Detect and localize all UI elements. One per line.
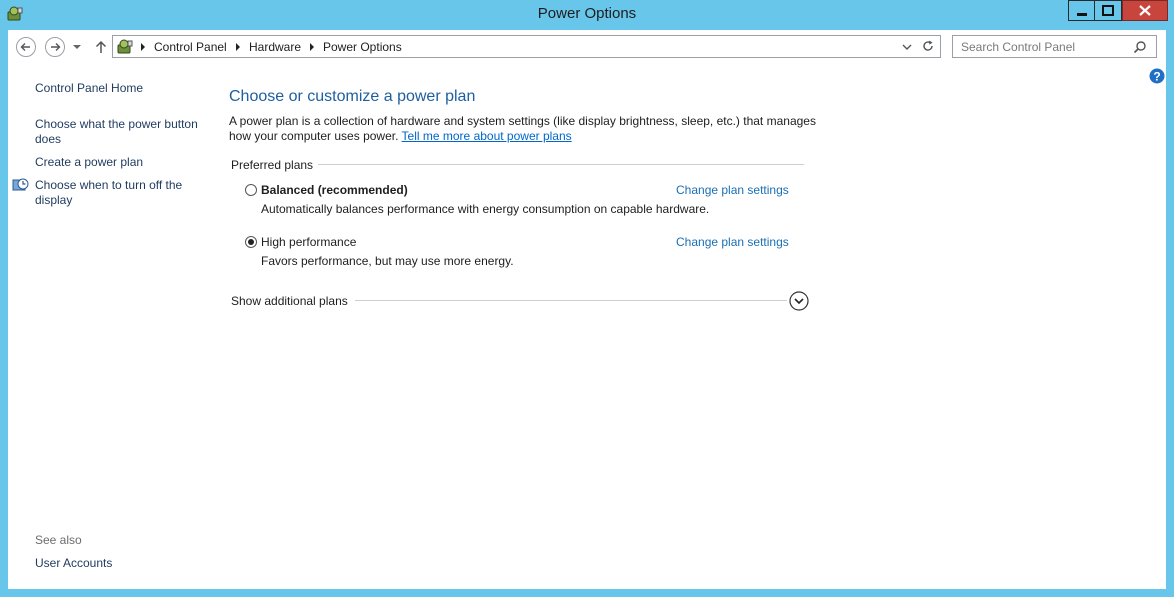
page-title: Choose or customize a power plan xyxy=(229,88,476,105)
up-arrow-icon[interactable] xyxy=(94,40,108,54)
sidebar-power-button-link[interactable]: Choose what the power button does xyxy=(35,117,210,147)
breadcrumb-separator-icon[interactable] xyxy=(235,43,241,51)
search-icon[interactable] xyxy=(1133,40,1147,54)
breadcrumb-control-panel[interactable]: Control Panel xyxy=(154,40,227,54)
balanced-plan-name[interactable]: Balanced (recommended) xyxy=(261,183,408,197)
address-dropdown-chevron-icon[interactable] xyxy=(902,43,912,51)
radio-selected-dot xyxy=(248,239,254,245)
control-panel-icon xyxy=(117,39,133,54)
forward-arrow-icon xyxy=(51,43,61,51)
svg-text:?: ? xyxy=(1153,70,1160,84)
see-also-label: See also xyxy=(35,533,82,547)
forward-button[interactable] xyxy=(45,37,65,57)
help-icon[interactable]: ? xyxy=(1149,68,1165,84)
balanced-plan-radio[interactable] xyxy=(245,184,257,196)
close-button[interactable] xyxy=(1122,0,1168,21)
search-placeholder: Search Control Panel xyxy=(961,40,1076,54)
show-additional-plans-label[interactable]: Show additional plans xyxy=(231,294,348,308)
high-performance-plan-name[interactable]: High performance xyxy=(261,235,356,249)
breadcrumb-power-options[interactable]: Power Options xyxy=(323,40,402,54)
preferred-plans-divider xyxy=(318,164,804,165)
tell-me-more-link[interactable]: Tell me more about power plans xyxy=(402,129,572,143)
additional-plans-divider xyxy=(355,300,787,301)
display-timer-icon xyxy=(12,178,29,191)
close-icon xyxy=(1139,5,1151,16)
expand-chevron-icon[interactable] xyxy=(789,291,809,311)
minimize-button[interactable] xyxy=(1068,0,1095,21)
refresh-icon[interactable] xyxy=(921,39,935,53)
window-title: Power Options xyxy=(537,5,637,22)
high-performance-plan-radio[interactable] xyxy=(245,236,257,248)
high-performance-plan-description: Favors performance, but may use more ene… xyxy=(261,254,514,268)
balanced-change-settings-link[interactable]: Change plan settings xyxy=(676,183,789,197)
back-arrow-icon xyxy=(20,43,30,51)
breadcrumb-hardware[interactable]: Hardware xyxy=(249,40,301,54)
page-description: A power plan is a collection of hardware… xyxy=(229,114,819,144)
recent-locations-chevron-icon[interactable] xyxy=(72,43,82,51)
maximize-icon xyxy=(1102,5,1114,16)
sidebar-control-panel-home[interactable]: Control Panel Home xyxy=(35,81,143,96)
high-performance-change-settings-link[interactable]: Change plan settings xyxy=(676,235,789,249)
sidebar-create-power-plan-link[interactable]: Create a power plan xyxy=(35,155,143,170)
minimize-icon xyxy=(1077,13,1087,16)
sidebar-turn-off-display-link[interactable]: Choose when to turn off the display xyxy=(35,178,205,208)
balanced-plan-description: Automatically balances performance with … xyxy=(261,202,710,216)
breadcrumb-separator-icon[interactable] xyxy=(140,43,146,51)
back-button[interactable] xyxy=(16,37,36,57)
maximize-button[interactable] xyxy=(1095,0,1122,21)
sidebar-user-accounts-link[interactable]: User Accounts xyxy=(35,556,112,571)
breadcrumb-separator-icon[interactable] xyxy=(309,43,315,51)
preferred-plans-label: Preferred plans xyxy=(231,158,314,172)
